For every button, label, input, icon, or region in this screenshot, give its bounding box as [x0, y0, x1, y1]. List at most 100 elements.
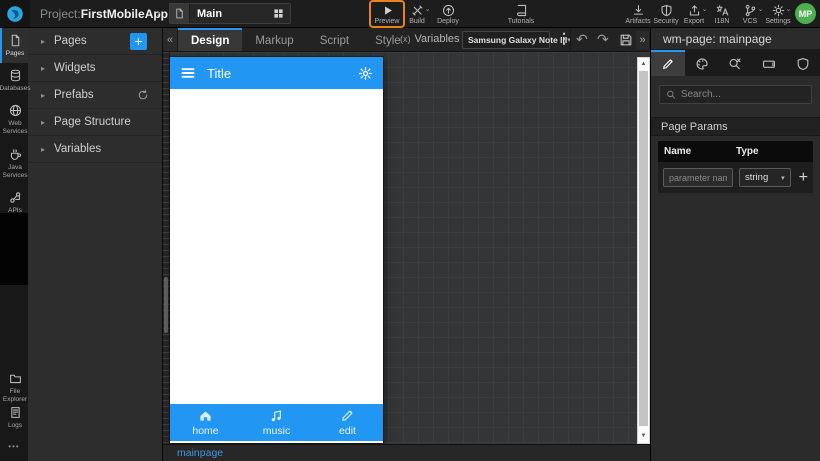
status-page-link[interactable]: mainpage: [177, 447, 223, 459]
design-canvas[interactable]: Title home music edit ▲ ▼: [163, 52, 650, 444]
rail-label: Java Services: [2, 163, 28, 179]
tab-markup[interactable]: Markup: [242, 28, 306, 51]
canvas-options-kebab-icon[interactable]: ⋮: [557, 30, 571, 47]
phone-settings-gear-icon[interactable]: [358, 66, 373, 81]
floppy-save-icon: [620, 34, 632, 46]
settings-caret-icon: ⌄: [785, 6, 792, 13]
right-properties-panel: wm-page: mainpage Page Params: [650, 28, 820, 461]
canvas-vertical-scrollbar[interactable]: ▲ ▼: [637, 57, 650, 444]
scrollbar-thumb[interactable]: [639, 71, 648, 426]
expand-arrow-icon[interactable]: ▸: [41, 145, 45, 154]
tab-script[interactable]: Script: [307, 28, 362, 51]
add-param-button[interactable]: +: [799, 169, 808, 186]
build-caret-icon: ⌄: [424, 6, 431, 13]
globe-icon: [9, 105, 21, 117]
i18n-button[interactable]: I18N: [708, 3, 736, 25]
build-deploy-group: ⌄ Build Deploy: [403, 3, 462, 25]
tab-properties[interactable]: [651, 50, 685, 76]
nav-item-music[interactable]: music: [241, 404, 312, 441]
phone-header-widget[interactable]: Title: [170, 57, 383, 89]
vcs-button[interactable]: ⌄ VCS: [736, 3, 764, 25]
preview-button[interactable]: Preview: [369, 0, 405, 28]
settings-button[interactable]: ⌄ Settings: [764, 3, 792, 25]
export-caret-icon: ⌄: [701, 6, 708, 13]
scroll-up-arrow[interactable]: ▲: [638, 59, 649, 70]
section-pages[interactable]: ▸ Pages +: [28, 28, 162, 55]
rail-item-java-services[interactable]: Java Services: [0, 142, 28, 185]
search-input[interactable]: [680, 89, 805, 100]
device-selector[interactable]: Samsung Galaxy Note III ▾: [462, 31, 571, 49]
expand-arrow-icon[interactable]: ▸: [41, 64, 45, 73]
variables-label: Variables: [414, 33, 460, 45]
section-widgets[interactable]: ▸ Widgets: [28, 55, 162, 82]
page-list-grid-icon[interactable]: [273, 8, 290, 19]
rail-item-web-services[interactable]: Web Services: [0, 98, 28, 141]
build-label: Build: [409, 18, 425, 25]
properties-search-box[interactable]: [659, 85, 812, 104]
tab-events[interactable]: [719, 50, 753, 76]
section-page-structure[interactable]: ▸ Page Structure: [28, 109, 162, 136]
expand-arrow-icon[interactable]: ▸: [41, 118, 45, 127]
nav-item-home[interactable]: home: [170, 404, 241, 441]
expand-right-panel-button[interactable]: »: [636, 31, 649, 49]
project-breadcrumb[interactable]: Project:FirstMobileApp: [40, 7, 168, 21]
save-button[interactable]: [619, 33, 633, 47]
wavemaker-logo-icon[interactable]: [0, 0, 30, 27]
page-selector[interactable]: Main: [169, 3, 291, 24]
phone-page-title[interactable]: Title: [207, 66, 358, 81]
nav-item-edit[interactable]: edit: [312, 404, 383, 441]
folder-icon: [9, 374, 21, 384]
deploy-label: Deploy: [437, 18, 459, 25]
nav-label: home: [192, 425, 219, 437]
canvas-vertical-ruler[interactable]: [163, 52, 170, 444]
export-button[interactable]: ⌄ Export: [680, 3, 708, 25]
music-note-icon: [271, 410, 281, 422]
breadcrumb-chevron-icon: ›: [156, 5, 161, 20]
rail-item-logs[interactable]: Logs: [0, 400, 28, 435]
expand-arrow-icon[interactable]: ▸: [41, 37, 45, 46]
topbar-right-group: Artifacts Security ⌄ Export I18N ⌄ VCS ⌄…: [624, 3, 792, 25]
nav-label: music: [262, 425, 291, 437]
database-icon: [10, 69, 20, 82]
collapse-left-panel-button[interactable]: «: [163, 28, 178, 51]
rail-more-button[interactable]: •••: [0, 442, 28, 451]
user-avatar[interactable]: MP: [795, 3, 816, 24]
hamburger-menu-icon[interactable]: [180, 65, 196, 81]
scroll-down-arrow[interactable]: ▼: [638, 431, 649, 441]
tab-device[interactable]: [752, 50, 786, 76]
redo-button[interactable]: ↷: [597, 30, 609, 48]
param-name-input[interactable]: [663, 168, 733, 187]
undo-button[interactable]: ↶: [576, 30, 588, 48]
security-button[interactable]: Security: [652, 3, 680, 25]
phone-bottom-navbar[interactable]: home music edit: [170, 404, 383, 443]
variables-icon: (x): [400, 34, 411, 44]
artifacts-button[interactable]: Artifacts: [624, 3, 652, 25]
deploy-button[interactable]: Deploy: [434, 3, 462, 25]
tutorials-button[interactable]: Tutorials: [503, 3, 539, 25]
variables-dropdown[interactable]: (x) Variables ⌄: [400, 33, 470, 45]
section-variables[interactable]: ▸ Variables: [28, 136, 162, 163]
phone-mockup: Title home music edit: [170, 57, 383, 443]
expand-arrow-icon[interactable]: ▸: [41, 91, 45, 100]
wavemaker-studio: Project:FirstMobileApp › Main Preview ⌄ …: [0, 0, 820, 461]
refresh-prefabs-icon[interactable]: [137, 89, 149, 101]
tab-design[interactable]: Design: [178, 28, 243, 51]
phone-page-content[interactable]: [170, 89, 383, 404]
nav-label: edit: [339, 425, 356, 437]
section-prefabs[interactable]: ▸ Prefabs: [28, 82, 162, 109]
tutorials-icon: [515, 3, 528, 17]
rail-item-pages[interactable]: Pages: [0, 28, 28, 64]
coffee-icon: [10, 148, 21, 160]
rail-label: Databases: [0, 85, 31, 93]
tab-security[interactable]: [786, 50, 820, 76]
settings-label: Settings: [765, 18, 791, 25]
tab-styles[interactable]: [685, 50, 719, 76]
canvas-status-bar: mainpage: [163, 444, 650, 461]
add-page-button[interactable]: +: [130, 33, 147, 50]
play-icon: [381, 3, 394, 17]
build-button[interactable]: ⌄ Build: [403, 3, 431, 25]
ruler-scroll-thumb[interactable]: [164, 277, 168, 333]
rail-item-databases[interactable]: Databases: [0, 63, 31, 98]
param-type-select[interactable]: string ▾: [739, 168, 791, 187]
page-param-row: string ▾ +: [658, 162, 813, 193]
